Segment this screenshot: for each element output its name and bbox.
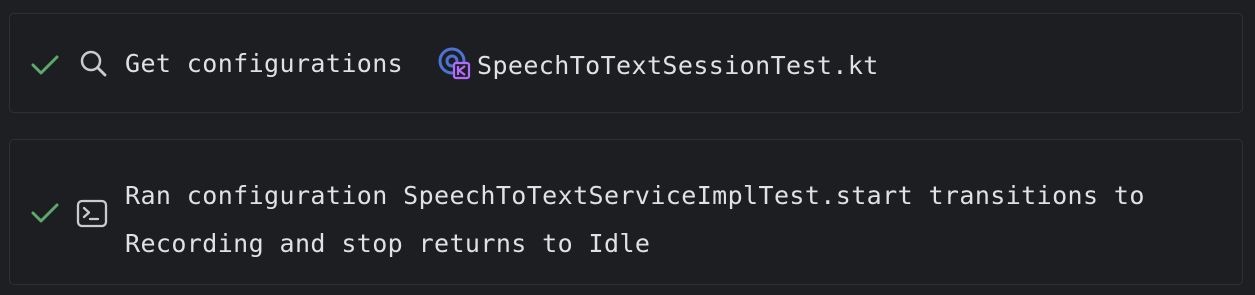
check-icon [30,54,60,76]
search-icon [78,48,110,80]
check-icon [30,202,60,224]
step-description-line-2: Recording and stop returns to Idle [125,229,651,258]
step-action-text: Get configurations [125,49,404,78]
step-card-ran-configuration[interactable]: Ran configuration SpeechToTextServiceImp… [9,139,1243,285]
step-description-line-1: Ran configuration SpeechToTextServiceImp… [125,181,1145,210]
kotlin-test-file-icon [437,46,471,84]
step-card-get-configurations[interactable]: Get configurations SpeechToTextSessionTe… [9,13,1243,113]
terminal-icon [76,198,108,230]
file-name: SpeechToTextSessionTest.kt [477,50,879,80]
step-description: Ran configuration SpeechToTextServiceImp… [125,172,1205,268]
file-link[interactable]: SpeechToTextSessionTest.kt [437,46,879,84]
